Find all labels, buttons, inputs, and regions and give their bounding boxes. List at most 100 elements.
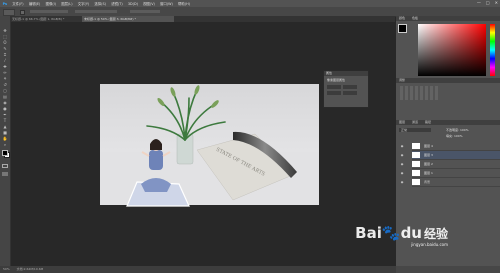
crop-tool-icon[interactable]: ⌗ <box>2 53 8 57</box>
fill-value[interactable]: 100% <box>454 134 463 138</box>
menu-layer[interactable]: 图层(L) <box>59 1 76 6</box>
baidu-jingyan-watermark: Bai🐾du 经验 jingyan.baidu.com <box>355 224 448 247</box>
properties-panel[interactable]: 属性 像素图层属性 <box>323 70 369 108</box>
move-tool-icon[interactable]: ✥ <box>2 29 8 33</box>
properties-h-field[interactable] <box>343 85 357 89</box>
paths-tab[interactable]: 路径 <box>422 120 434 124</box>
type-tool-icon[interactable]: T <box>2 119 8 123</box>
distribute-options-group[interactable] <box>75 10 117 13</box>
layer-row[interactable]: ◉ 图层 1 <box>401 169 500 178</box>
foreground-color-swatch[interactable] <box>2 150 8 156</box>
tool-preset-picker[interactable] <box>3 9 15 16</box>
history-brush-tool-icon[interactable]: ↺ <box>2 83 8 87</box>
color-panel-header[interactable]: 颜色 色板 <box>396 16 500 21</box>
quick-select-tool-icon[interactable]: ✎ <box>2 47 8 51</box>
menu-edit[interactable]: 编辑(E) <box>26 1 43 6</box>
adjustments-tab[interactable]: 调整 <box>396 78 408 82</box>
menu-window[interactable]: 窗口(W) <box>157 1 175 6</box>
menu-type[interactable]: 文字(Y) <box>75 1 92 6</box>
layer-name: 图层 4 <box>424 144 433 148</box>
layer-thumbnail <box>412 161 420 167</box>
layers-footer-icons[interactable] <box>396 266 500 273</box>
3d-mode-group[interactable] <box>130 10 160 13</box>
document-tab-2-label: 未标题-1 @ 50% (图层 3, RGB/8#) * <box>84 17 136 21</box>
visibility-eye-icon[interactable]: ◉ <box>398 160 406 168</box>
menu-bar: Ps 文件(F) 编辑(E) 图像(I) 图层(L) 文字(Y) 选择(S) 滤… <box>0 0 500 7</box>
path-select-tool-icon[interactable]: ▲ <box>2 125 8 129</box>
document-image[interactable]: STATE OF THE ARTS <box>11 22 395 266</box>
screen-mode-icon[interactable] <box>2 172 8 176</box>
visibility-eye-icon[interactable]: ◉ <box>398 169 406 177</box>
visibility-eye-icon[interactable]: ◉ <box>398 178 406 186</box>
layer-row[interactable]: ◉ 图层 2 <box>401 160 500 169</box>
menu-3d[interactable]: 3D(D) <box>125 2 140 6</box>
minimize-button[interactable]: — <box>477 0 481 5</box>
paw-icon: 🐾 <box>381 224 401 242</box>
opacity-label: 不透明度: <box>446 128 460 132</box>
layers-tab[interactable]: 图层 <box>396 120 408 124</box>
close-button[interactable]: ✕ <box>495 0 498 5</box>
layer-name: 背景 <box>424 180 431 184</box>
color-picker-field[interactable] <box>418 24 486 76</box>
eraser-tool-icon[interactable]: ◻ <box>2 89 8 93</box>
visibility-eye-icon[interactable]: ◉ <box>398 151 406 159</box>
menu-file[interactable]: 文件(F) <box>10 1 27 6</box>
fill-control[interactable]: 填充: 100% <box>446 134 463 138</box>
opacity-value[interactable]: 100% <box>460 128 469 132</box>
layer-thumbnail <box>412 170 420 176</box>
hand-tool-icon[interactable]: ✋ <box>2 137 8 141</box>
properties-w-field[interactable] <box>327 85 341 89</box>
menu-image[interactable]: 图像(I) <box>43 1 59 6</box>
document-tab-1-label: 无标题-1 @ 66.7% (图层 1, RGB/8) * <box>12 17 65 21</box>
blend-mode-select[interactable]: 正常 <box>399 128 431 132</box>
layer-row[interactable]: ◉ 图层 4 <box>401 142 500 151</box>
opacity-control[interactable]: 不透明度: 100% <box>446 128 469 132</box>
brush-tool-icon[interactable]: ✏ <box>2 71 8 75</box>
color-fg-swatch[interactable] <box>398 24 407 33</box>
visibility-eye-icon[interactable]: ◉ <box>398 142 406 150</box>
layer-thumbnail <box>412 152 420 158</box>
layer-thumbnail <box>412 143 420 149</box>
menu-select[interactable]: 选择(S) <box>92 1 109 6</box>
lasso-tool-icon[interactable]: ʘ <box>2 41 8 45</box>
clone-stamp-tool-icon[interactable]: ⚘ <box>2 77 8 81</box>
channels-tab[interactable]: 通道 <box>409 120 421 124</box>
zoom-level[interactable]: 50% <box>0 267 13 271</box>
watermark-brand-3: 经验 <box>423 227 448 241</box>
eyedropper-tool-icon[interactable]: ⁄ <box>2 59 8 63</box>
properties-y-field[interactable] <box>343 91 357 95</box>
watermark-brand: Bai <box>355 224 382 242</box>
dodge-tool-icon[interactable]: ● <box>2 107 8 111</box>
maximize-button[interactable]: □ <box>486 0 490 5</box>
layer-name: 图层 1 <box>424 171 433 175</box>
quick-mask-icon[interactable] <box>2 164 8 168</box>
ps-logo-icon: Ps <box>2 1 8 6</box>
menu-view[interactable]: 视图(V) <box>141 1 158 6</box>
shape-tool-icon[interactable]: ■ <box>2 131 8 135</box>
zoom-tool-icon[interactable]: ⌕ <box>2 143 8 147</box>
color-hue-slider[interactable] <box>490 24 495 76</box>
layer-row[interactable]: ◉ 图层 3 <box>401 151 500 160</box>
gradient-tool-icon[interactable]: ▤ <box>2 95 8 99</box>
layer-thumbnail <box>412 179 420 185</box>
menu-filter[interactable]: 滤镜(T) <box>109 1 126 6</box>
properties-x-field[interactable] <box>327 91 341 95</box>
align-options-group[interactable] <box>30 10 68 13</box>
layers-panel-header[interactable]: 图层 通道 路径 <box>396 120 500 125</box>
menu-help[interactable]: 帮助(H) <box>175 1 192 6</box>
healing-brush-tool-icon[interactable]: ✚ <box>2 65 8 69</box>
fill-label: 填充: <box>446 134 454 138</box>
color-tab[interactable]: 颜色 <box>396 16 408 20</box>
canvas-workspace[interactable]: STATE OF THE ARTS 属性 像素图层属性 <box>11 22 395 266</box>
swatches-tab[interactable]: 色板 <box>409 16 421 20</box>
marquee-tool-icon[interactable]: ⬚ <box>2 35 8 39</box>
pen-tool-icon[interactable]: ✒ <box>2 113 8 117</box>
blur-tool-icon[interactable]: ◉ <box>2 101 8 105</box>
layer-name: 图层 2 <box>424 162 433 166</box>
blend-mode-value: 正常 <box>401 128 408 132</box>
adjustments-panel-header[interactable]: 调整 <box>396 78 500 83</box>
properties-title: 属性 <box>326 71 333 75</box>
layer-row[interactable]: ◉ 背景 <box>401 178 500 187</box>
adjustments-icons[interactable] <box>400 86 440 100</box>
auto-select-checkbox[interactable] <box>20 10 25 15</box>
